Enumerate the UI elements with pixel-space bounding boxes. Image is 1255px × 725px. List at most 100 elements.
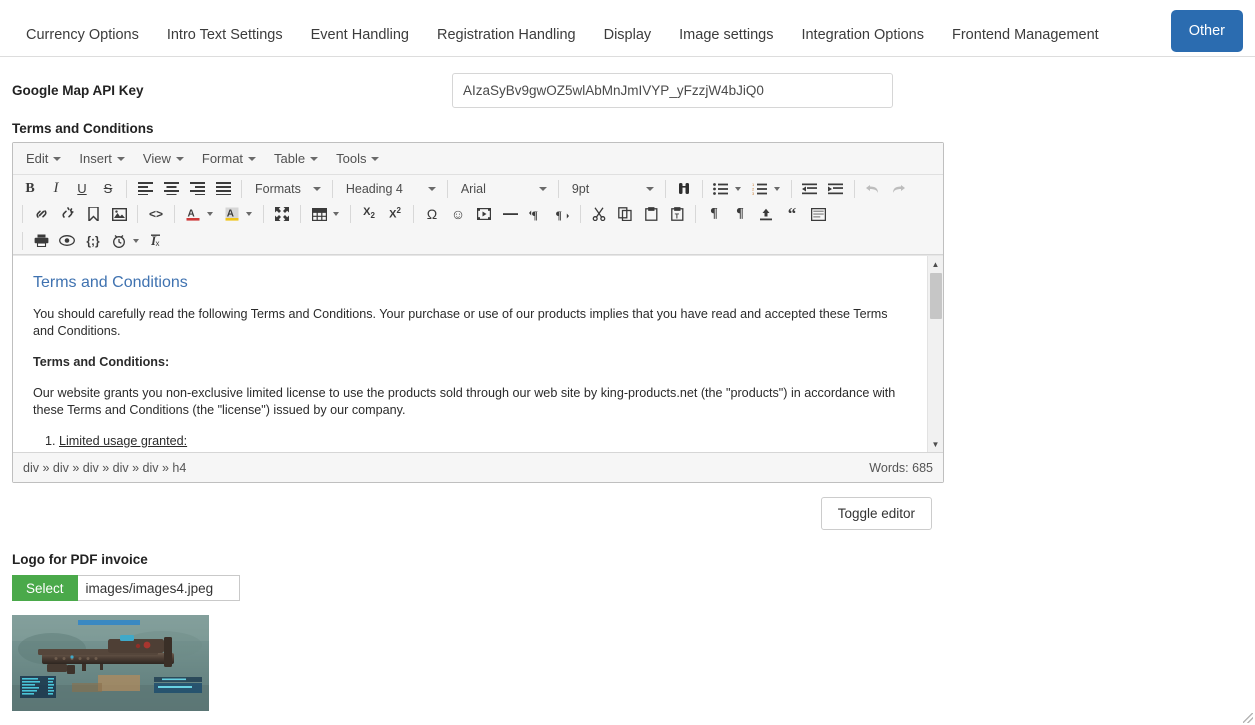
emoticon-icon[interactable]: ☺ xyxy=(445,203,471,225)
toolbar-separator xyxy=(664,179,666,198)
terms-rich-text-editor: Edit Insert View Format Table Tools B I … xyxy=(12,142,1253,723)
editor-content-area[interactable]: Terms and Conditions You should carefull… xyxy=(13,255,943,452)
block-format-select[interactable]: Heading 4 xyxy=(338,178,442,200)
tab-registration-handling[interactable]: Registration Handling xyxy=(423,13,590,57)
blockquote-icon[interactable]: “ xyxy=(779,203,805,225)
tab-currency-options[interactable]: Currency Options xyxy=(12,13,153,57)
svg-text:A: A xyxy=(227,209,234,220)
align-center-icon[interactable] xyxy=(158,178,184,200)
fullscreen-icon[interactable] xyxy=(269,203,295,225)
special-character-icon[interactable]: Ω xyxy=(419,203,445,225)
terms-and-conditions-label: Terms and Conditions xyxy=(12,121,154,136)
paste-icon[interactable] xyxy=(638,203,664,225)
italic-icon[interactable]: I xyxy=(43,178,69,200)
select-file-button[interactable]: Select xyxy=(12,575,78,601)
background-color-split-button[interactable]: A xyxy=(219,203,258,225)
text-color-split-button[interactable]: A xyxy=(180,203,219,225)
font-size-select[interactable]: 9pt xyxy=(564,178,660,200)
numbered-list-split-button[interactable]: 123 xyxy=(747,178,786,200)
toolbar-separator xyxy=(331,179,333,198)
insert-datetime-icon[interactable] xyxy=(106,230,132,252)
editor-element-path[interactable]: div » div » div » div » div » h4 xyxy=(23,461,869,475)
preview-icon[interactable] xyxy=(54,230,80,252)
tab-integration-options[interactable]: Integration Options xyxy=(787,13,938,57)
scrollbar-thumb[interactable] xyxy=(930,273,942,319)
font-family-select[interactable]: Arial xyxy=(453,178,553,200)
outdent-icon[interactable] xyxy=(797,178,823,200)
background-color-icon[interactable]: A xyxy=(219,203,245,225)
menu-edit[interactable]: Edit xyxy=(17,147,70,170)
selected-file-path[interactable]: images/images4.jpeg xyxy=(77,575,240,601)
editor-word-count: Words: 685 xyxy=(869,460,933,475)
toggle-editor-button[interactable]: Toggle editor xyxy=(820,497,932,530)
subscript-icon[interactable]: X2 xyxy=(356,203,382,225)
table-icon[interactable] xyxy=(306,203,332,225)
undo-icon[interactable] xyxy=(860,178,886,200)
formats-menu-button[interactable]: Formats xyxy=(247,178,327,200)
bullet-list-icon[interactable] xyxy=(708,178,734,200)
chevron-down-icon[interactable]: ▼ xyxy=(928,436,943,452)
show-blocks-icon[interactable]: ¶ xyxy=(701,203,727,225)
unlink-icon[interactable] xyxy=(54,203,80,225)
align-left-icon[interactable] xyxy=(132,178,158,200)
menu-insert[interactable]: Insert xyxy=(70,147,134,170)
cut-icon[interactable] xyxy=(586,203,612,225)
logo-thumbnail-preview[interactable] xyxy=(12,615,209,711)
insert-file-icon[interactable] xyxy=(753,203,779,225)
settings-tab-bar: Currency Options Intro Text Settings Eve… xyxy=(0,0,1255,57)
chevron-down-icon xyxy=(312,186,321,191)
editor-vertical-scrollbar[interactable]: ▲ ▼ xyxy=(927,256,943,452)
menu-view[interactable]: View xyxy=(134,147,193,170)
editor-toolbar-row-2: <> A A X2 X2 Ω ☺ ¶ ¶ T ¶ ¶ “ xyxy=(13,201,943,227)
svg-text:3: 3 xyxy=(752,191,755,195)
tab-image-settings[interactable]: Image settings xyxy=(665,13,787,57)
print-icon[interactable] xyxy=(28,230,54,252)
copy-icon[interactable] xyxy=(612,203,638,225)
google-map-api-key-input[interactable] xyxy=(452,72,893,108)
bullet-list-split-button[interactable] xyxy=(708,178,747,200)
menu-format[interactable]: Format xyxy=(193,147,265,170)
tab-frontend-management[interactable]: Frontend Management xyxy=(938,13,1113,57)
indent-icon[interactable] xyxy=(823,178,849,200)
anchor-icon[interactable] xyxy=(80,203,106,225)
align-right-icon[interactable] xyxy=(184,178,210,200)
editor-paragraph-2: Terms and Conditions: xyxy=(33,354,170,369)
align-justify-icon[interactable] xyxy=(210,178,236,200)
list-item-title: Limited usage granted: xyxy=(59,433,188,448)
tab-intro-text-settings[interactable]: Intro Text Settings xyxy=(153,13,297,57)
underline-icon[interactable]: U xyxy=(69,178,95,200)
media-icon[interactable] xyxy=(471,203,497,225)
visual-chars-icon[interactable]: ¶ xyxy=(727,203,753,225)
table-split-button[interactable] xyxy=(306,203,345,225)
paste-as-text-icon[interactable]: T xyxy=(664,203,690,225)
rtl-icon[interactable]: ¶ xyxy=(549,203,575,225)
ltr-icon[interactable]: ¶ xyxy=(523,203,549,225)
tab-display[interactable]: Display xyxy=(590,13,666,57)
code-sample-icon[interactable]: {;} xyxy=(80,230,106,252)
text-color-icon[interactable]: A xyxy=(180,203,206,225)
tab-event-handling[interactable]: Event Handling xyxy=(297,13,423,57)
toolbar-separator xyxy=(790,179,792,198)
source-code-icon[interactable]: <> xyxy=(143,203,169,225)
editor-document[interactable]: Terms and Conditions You should carefull… xyxy=(13,256,925,452)
remove-format-icon[interactable]: Ix xyxy=(145,230,171,252)
link-icon[interactable] xyxy=(28,203,54,225)
toolbar-separator xyxy=(263,205,264,223)
template-icon[interactable] xyxy=(805,203,831,225)
numbered-list-icon[interactable]: 123 xyxy=(747,178,773,200)
tab-other[interactable]: Other xyxy=(1170,10,1243,52)
chevron-down-icon xyxy=(427,186,436,191)
bold-icon[interactable]: B xyxy=(17,178,43,200)
superscript-icon[interactable]: X2 xyxy=(382,203,408,225)
image-icon[interactable] xyxy=(106,203,132,225)
search-replace-icon[interactable] xyxy=(671,178,697,200)
chevron-down-icon xyxy=(538,186,547,191)
horizontal-rule-icon[interactable] xyxy=(497,203,523,225)
strikethrough-icon[interactable]: S xyxy=(95,178,121,200)
insert-datetime-split-button[interactable] xyxy=(106,230,145,252)
menu-tools[interactable]: Tools xyxy=(327,147,388,170)
menu-table[interactable]: Table xyxy=(265,147,327,170)
chevron-up-icon[interactable]: ▲ xyxy=(928,256,943,272)
redo-icon[interactable] xyxy=(886,178,912,200)
editor-resize-handle[interactable] xyxy=(1243,713,1253,723)
